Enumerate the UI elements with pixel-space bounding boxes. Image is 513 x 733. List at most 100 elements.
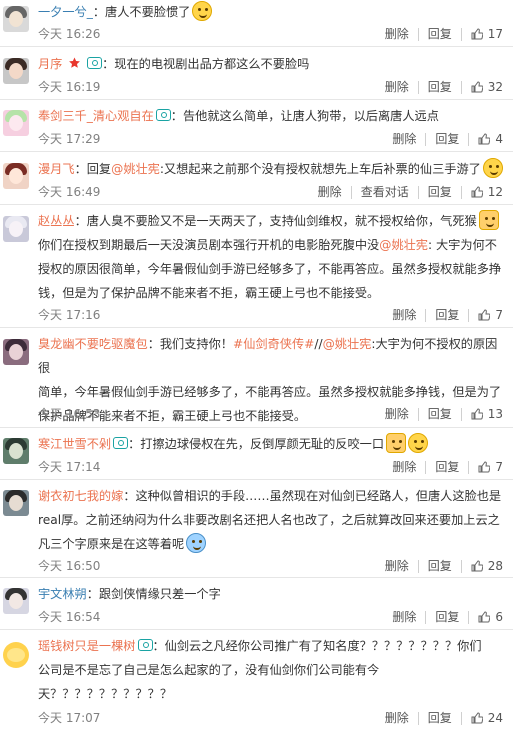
comment-text: ：回复: [74, 162, 112, 176]
like-button[interactable]: 13: [471, 407, 503, 421]
timestamp: 今天 17:14: [38, 460, 101, 474]
delete-button[interactable]: 删除: [392, 608, 416, 626]
thumbs-up-icon: [478, 309, 491, 321]
username[interactable]: 寒江世雪不剁: [38, 437, 111, 451]
like-button[interactable]: 4: [478, 132, 503, 146]
delete-button[interactable]: 删除: [392, 306, 416, 324]
username[interactable]: 赵丛丛: [38, 214, 75, 228]
reply-button[interactable]: 回复: [435, 608, 459, 626]
username[interactable]: 臭龙幽不要吃驱魔包: [38, 337, 148, 351]
avatar[interactable]: [3, 58, 29, 84]
like-button[interactable]: 12: [471, 185, 503, 199]
avatar[interactable]: [3, 163, 29, 189]
like-button[interactable]: 6: [478, 610, 503, 624]
avatar[interactable]: [3, 216, 29, 242]
like-count: 24: [487, 711, 503, 725]
avatar[interactable]: [3, 110, 29, 136]
thumbs-up-icon: [478, 611, 491, 623]
reply-button[interactable]: 回复: [435, 306, 459, 324]
comment-list: 一夕一兮_：唐人不要脸惯了 今天 16:26 删除 回复 17 月序 ：现在的电…: [0, 0, 513, 733]
comment-text: : 大宇为何不: [428, 238, 497, 252]
cat-emoji-icon: [386, 433, 407, 453]
avatar[interactable]: [3, 339, 29, 365]
thumbs-up-icon: [471, 712, 483, 724]
delete-button[interactable]: 删除: [385, 25, 409, 43]
avatar[interactable]: [3, 6, 29, 32]
comment-text: 公司是不是忘了自己是怎么起家的了，没有仙剑你们公司能有今: [38, 663, 380, 677]
timestamp: 今天 16:50: [38, 559, 101, 573]
thumbs-up-icon: [478, 133, 491, 145]
reply-button[interactable]: 回复: [428, 557, 452, 575]
comment-text: 授权的原因很简单，今年暑假仙剑手游已经够多了，不能再答应。虽然多授权就能多挣: [38, 262, 502, 276]
thumbs-up-icon: [471, 408, 483, 420]
mention-link[interactable]: @姚壮宪: [111, 162, 160, 176]
comment-text: 凡三个字原来是在这等着呢: [38, 537, 185, 551]
username[interactable]: 一夕一兮_: [38, 5, 93, 19]
reply-button[interactable]: 回复: [435, 458, 459, 476]
username[interactable]: 奉剑三千_清心观自在: [38, 109, 154, 123]
delete-button[interactable]: 删除: [385, 709, 409, 727]
reply-button[interactable]: 回复: [428, 183, 452, 201]
username[interactable]: 瑶钱树只是一棵树: [38, 639, 136, 653]
avatar[interactable]: [3, 438, 29, 464]
star-icon: [69, 57, 81, 68]
comment-text: real厚。之前还纳闷为什么非要改剧名还把人名也改了，之后就算改回来还要加上云之: [38, 513, 500, 527]
delete-button[interactable]: 删除: [392, 130, 416, 148]
like-button[interactable]: 7: [478, 308, 503, 322]
mention-link[interactable]: @姚壮宪: [323, 337, 372, 351]
avatar[interactable]: [3, 588, 29, 614]
comment-item: 臭龙幽不要吃驱魔包：我们支持你！#仙剑奇侠传#//@姚壮宪:大宇为何不授权的原因…: [0, 328, 513, 428]
comment-item: 赵丛丛：唐人臭不要脸又不是一天两天了，支持仙剑维权，就不授权给你，气死猴 你们在…: [0, 205, 513, 328]
delete-button[interactable]: 删除: [385, 405, 409, 423]
timestamp: 今天 16:54: [38, 610, 101, 624]
delete-button[interactable]: 删除: [318, 183, 342, 201]
comment-text: ：打擦边球侵权在先，反倒厚颜无耻的反咬一口: [128, 437, 385, 451]
comment-text: ：唐人不要脸惯了: [92, 5, 191, 19]
sweat-emoji-icon: [186, 533, 207, 553]
comment-text: ：我们支持你！: [147, 337, 233, 351]
comment-text: :又想起来之前那个没有授权就想先上车后补票的仙三手游了: [159, 162, 481, 176]
delete-button[interactable]: 删除: [385, 78, 409, 96]
comment-item: 谢衣初七我的嫁：这种似曾相识的手段……虽然现在对仙剑已经路人，但唐人这脸也是 r…: [0, 480, 513, 578]
reply-button[interactable]: 回复: [428, 709, 452, 727]
view-conversation-button[interactable]: 查看对话: [361, 183, 409, 201]
like-count: 12: [487, 185, 503, 199]
delete-button[interactable]: 删除: [392, 458, 416, 476]
reply-button[interactable]: 回复: [428, 25, 452, 43]
reply-button[interactable]: 回复: [428, 405, 452, 423]
username[interactable]: 月序: [38, 57, 62, 71]
like-button[interactable]: 24: [471, 711, 503, 725]
delete-button[interactable]: 删除: [385, 557, 409, 575]
thumbs-up-icon: [471, 81, 483, 93]
thumbs-up-icon: [471, 186, 483, 198]
reply-button[interactable]: 回复: [428, 78, 452, 96]
mention-link[interactable]: @姚壮宪: [379, 238, 428, 252]
username[interactable]: 谢衣初七我的嫁: [38, 489, 123, 503]
like-count: 13: [487, 407, 503, 421]
avatar[interactable]: [3, 642, 29, 668]
timestamp: 今天 17:29: [38, 132, 101, 146]
like-button[interactable]: 28: [471, 559, 503, 573]
like-button[interactable]: 7: [478, 460, 503, 474]
comment-text: ：这种似曾相识的手段……虽然现在对仙剑已经路人，但唐人这脸也是: [123, 489, 502, 503]
smiley-emoji-icon: [408, 433, 429, 453]
avatar[interactable]: [3, 490, 29, 516]
cat-emoji-icon: [478, 210, 499, 230]
timestamp: 今天 17:07: [38, 711, 101, 725]
like-button[interactable]: 17: [471, 27, 503, 41]
like-count: 6: [495, 610, 503, 624]
member-badge-icon: [113, 437, 129, 449]
timestamp: 今天 17:16: [38, 308, 101, 322]
comment-text: ：现在的电视剧出品方都这么不要脸吗: [102, 57, 310, 71]
thumbs-up-icon: [471, 560, 483, 572]
thumbs-up-icon: [471, 28, 483, 40]
topic-link[interactable]: #仙剑奇侠传#: [233, 337, 314, 351]
timestamp: 今天 16:19: [38, 80, 101, 94]
reply-button[interactable]: 回复: [435, 130, 459, 148]
like-count: 32: [487, 80, 503, 94]
username[interactable]: 漫月飞: [38, 162, 75, 176]
smiley-emoji-icon: [482, 158, 503, 178]
like-button[interactable]: 32: [471, 80, 503, 94]
member-badge-icon: [137, 639, 153, 651]
username[interactable]: 宇文林朔: [38, 587, 87, 601]
